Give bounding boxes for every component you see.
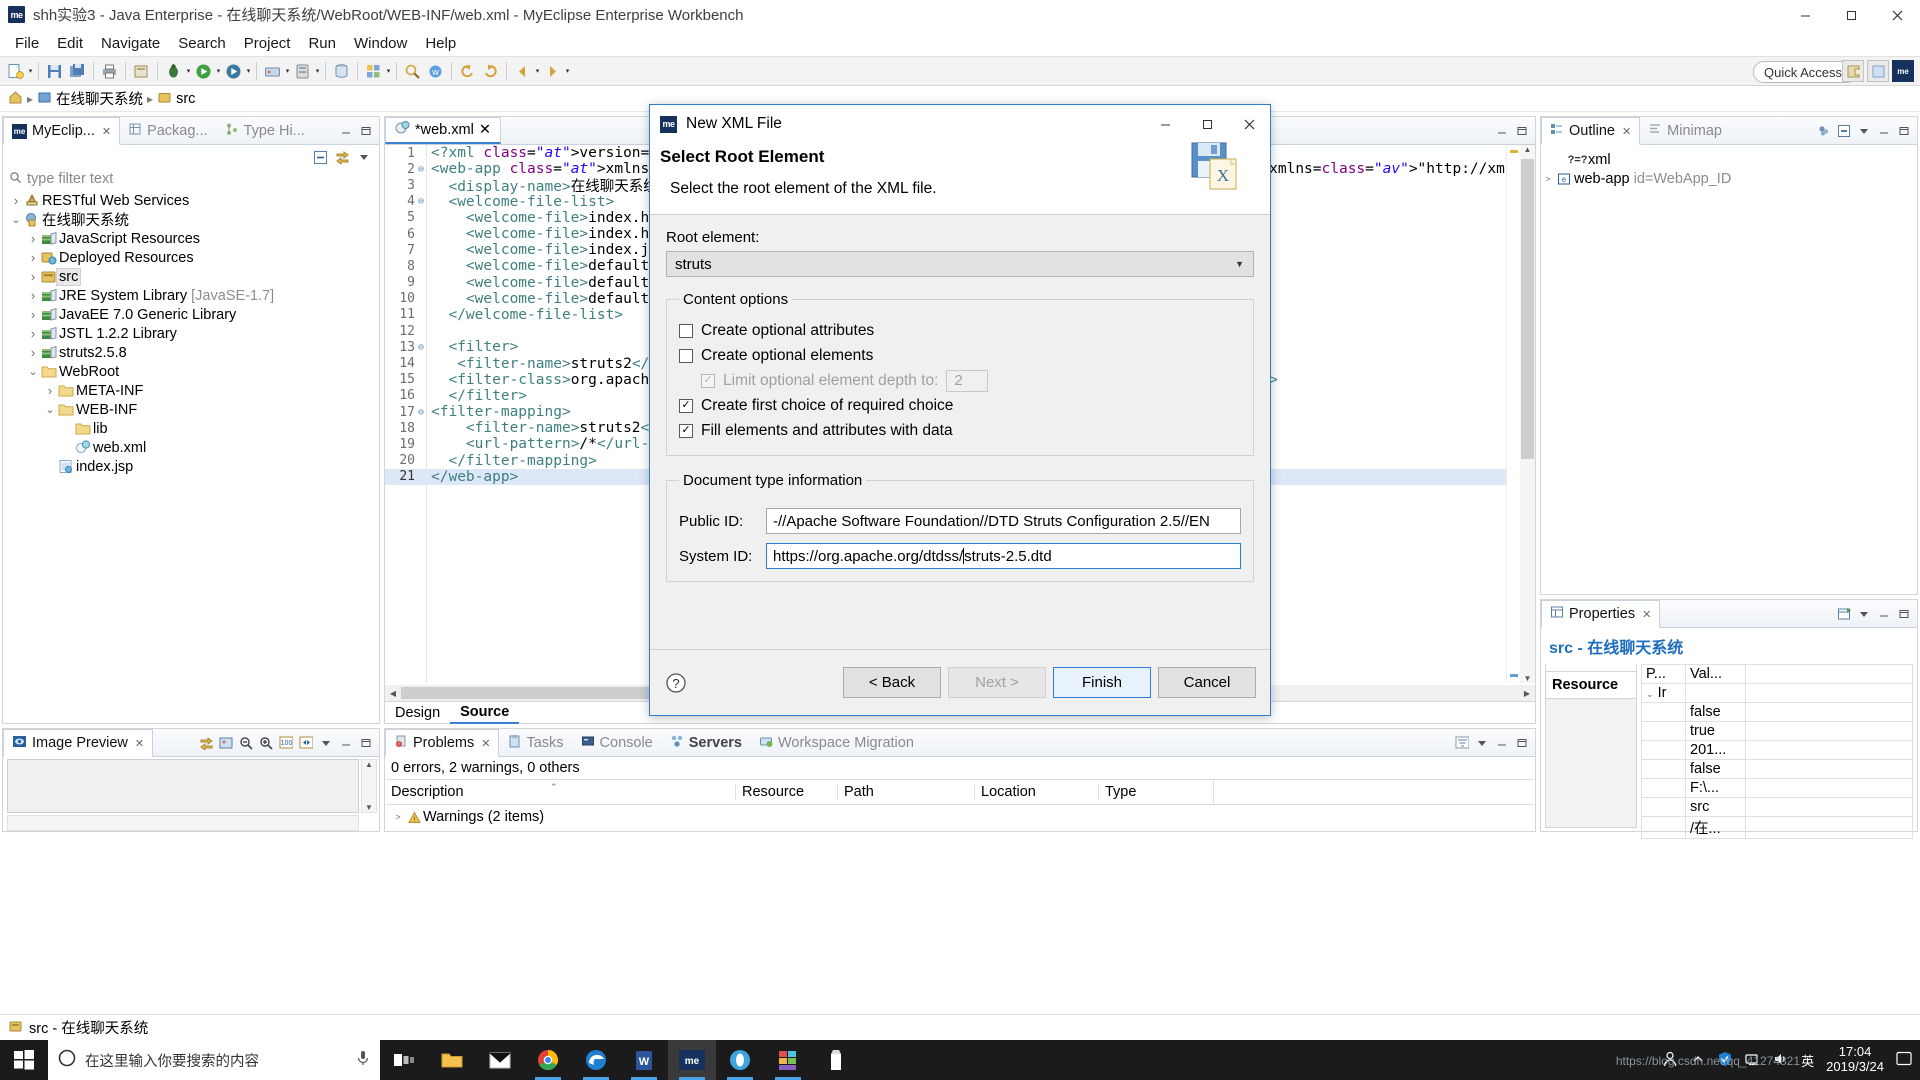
edge-button[interactable] [572,1040,620,1080]
svg-text:me: me [685,1056,700,1067]
svg-text:?: ? [672,676,679,691]
svg-text:W: W [639,1056,650,1068]
dialog-title: New XML File [686,115,782,132]
dialog-header: Select Root Element Select the root elem… [650,142,1270,215]
dialog-body: Root element: struts ▼ Content options C… [650,215,1270,649]
root-element-label: Root element: [666,229,760,246]
dialog-titlebar: me New XML File [650,105,1270,143]
public-id-value: -//Apache Software Foundation//DTD Strut… [773,512,1210,530]
doctype-group: Document type information Public ID: -//… [666,472,1254,582]
root-element-combo[interactable]: struts ▼ [666,251,1254,277]
dialog-close-button[interactable] [1228,105,1270,143]
microphone-icon[interactable] [356,1050,370,1070]
option-create-optional-attributes[interactable]: Create optional attributes [679,318,1241,343]
back-button[interactable]: < Back [843,667,941,698]
checkbox-icon: ✓ [701,373,715,388]
windows-taskbar: 在这里输入你要搜索的内容 W me 英 17:04 2019/3/24 http… [0,1040,1920,1080]
myeclipse-workbench: me shh实验3 - Java Enterprise - 在线聊天系统/Web… [0,0,1920,1080]
system-id-input[interactable]: https://org.apache.org/dtdss/struts-2.5.… [766,543,1241,569]
option-limit-optional-depth: ✓ Limit optional element depth to: 2 [679,368,1241,393]
system-id-row: System ID: https://org.apache.org/dtdss/… [679,543,1241,569]
option-create-optional-elements[interactable]: Create optional elements [679,343,1241,368]
new-xml-file-dialog: me New XML File Select Root Element Sele… [649,104,1271,716]
modal-overlay: me New XML File Select Root Element Sele… [0,0,1920,1080]
myeclipse-button[interactable]: me [668,1040,716,1080]
option-label: Create optional elements [701,346,874,364]
checkbox-icon[interactable] [679,323,693,338]
file-explorer-button[interactable] [428,1040,476,1080]
task-view-button[interactable] [380,1040,428,1080]
clock-time: 17:04 [1838,1044,1872,1060]
chevron-down-icon[interactable]: ▼ [1235,259,1244,269]
root-element-value: struts [675,255,712,273]
dialog-heading: Select Root Element [660,147,825,166]
recorder-button[interactable] [812,1040,860,1080]
svg-text:X: X [1217,166,1229,185]
start-button[interactable] [0,1040,48,1080]
mail-button[interactable] [476,1040,524,1080]
checkbox-icon[interactable]: ✓ [679,398,693,413]
option-label: Create first choice of required choice [701,396,954,414]
myeclipse-icon: me [660,115,677,133]
chrome-button[interactable] [524,1040,572,1080]
system-id-value-before: https://org.apache.org/dtdss/ [773,547,964,565]
dialog-minimize-button[interactable] [1144,105,1186,143]
clock-date: 2019/3/24 [1826,1059,1884,1074]
content-options-legend: Content options [683,291,789,308]
cortana-icon [58,1049,76,1071]
public-id-label: Public ID: [679,512,744,530]
ime-icon[interactable]: 英 [1801,1051,1814,1070]
cancel-button[interactable]: Cancel [1158,667,1256,698]
search-placeholder: 在这里输入你要搜索的内容 [85,1053,259,1070]
public-id-input[interactable]: -//Apache Software Foundation//DTD Strut… [766,508,1241,534]
content-options-group: Content options Create optional attribut… [666,291,1254,456]
dialog-maximize-button[interactable] [1186,105,1228,143]
taskbar-clock[interactable]: 17:04 2019/3/24 [1826,1044,1884,1075]
option-label: Create optional attributes [701,321,875,339]
doctype-legend: Document type information [683,472,863,489]
option-label: Limit optional element depth to: [723,371,939,389]
help-icon[interactable]: ? [664,671,688,695]
option-fill-elements[interactable]: ✓ Fill elements and attributes with data [679,418,1241,443]
dialog-buttons: < Back Next > Finish Cancel [843,667,1256,698]
finish-button[interactable]: Finish [1053,667,1151,698]
action-center-icon[interactable] [1896,1051,1912,1069]
option-label: Fill elements and attributes with data [701,421,953,439]
next-button: Next > [948,667,1046,698]
dialog-footer: ? < Back Next > Finish Cancel [650,649,1270,715]
system-id-label: System ID: [679,547,753,565]
watermark-url: https://blog.csdn.net/qq_41274821 [1615,1054,1800,1068]
tomcat-button[interactable] [716,1040,764,1080]
taskbar-search[interactable]: 在这里输入你要搜索的内容 [48,1040,380,1080]
checkbox-icon[interactable]: ✓ [679,423,693,438]
depth-spinner: 2 [946,369,989,392]
option-create-first-choice[interactable]: ✓ Create first choice of required choice [679,393,1241,418]
word-button[interactable]: W [620,1040,668,1080]
system-id-value-after: struts-2.5.dtd [964,547,1052,565]
checkbox-icon[interactable] [679,348,693,363]
app-grid-button[interactable] [764,1040,812,1080]
dialog-subheading: Select the root element of the XML file. [670,180,937,197]
dialog-window-controls [1144,105,1270,143]
public-id-row: Public ID: -//Apache Software Foundation… [679,508,1241,534]
xml-wizard-icon: X [1186,139,1250,197]
